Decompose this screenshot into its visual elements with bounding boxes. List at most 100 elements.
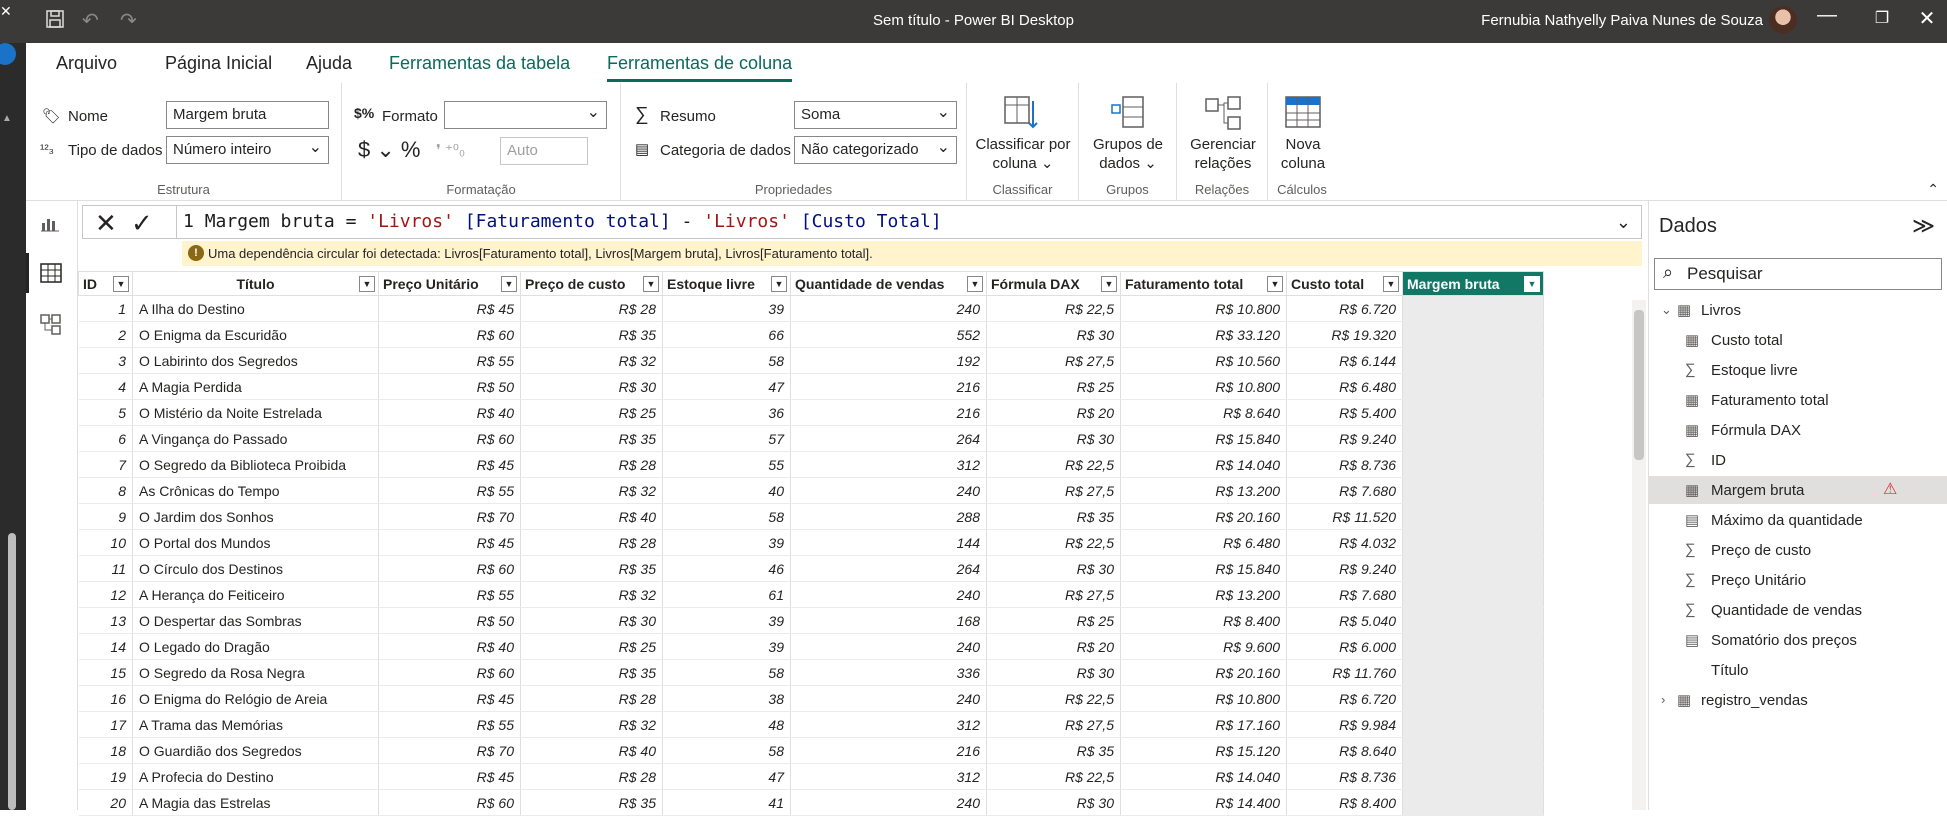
cell-id[interactable]: 17: [78, 711, 133, 738]
cell-titulo[interactable]: O Despertar das Sombras: [132, 607, 379, 634]
field-item[interactable]: ∑ Preço de custo: [1649, 536, 1947, 564]
cell-margem-bruta[interactable]: [1402, 659, 1544, 686]
cell-value[interactable]: R$ 27,5: [986, 347, 1121, 374]
field-item[interactable]: Título: [1649, 656, 1947, 684]
cell-margem-bruta[interactable]: [1402, 399, 1544, 426]
cell-value[interactable]: R$ 20.160: [1120, 503, 1287, 530]
cell-value[interactable]: R$ 20: [986, 399, 1121, 426]
cell-id[interactable]: 18: [78, 737, 133, 764]
cell-value[interactable]: R$ 45: [378, 763, 521, 790]
cell-titulo[interactable]: O Labirinto dos Segredos: [132, 347, 379, 374]
table-row[interactable]: 4A Magia Perdida R$ 50 R$ 30 47 216 R$ 25 R$ 1…: [78, 373, 1544, 400]
cell-value[interactable]: 47: [662, 763, 791, 790]
cell-value[interactable]: R$ 27,5: [986, 711, 1121, 738]
table-row[interactable]: 14 O Legado do Dragão R$ 40 R$ 25 39 240 R$ 20…: [78, 633, 1544, 660]
cell-value[interactable]: R$ 28: [520, 763, 663, 790]
table-row[interactable]: 17 A Trama das Memórias R$ 55 R$ 32 48 312 R$ …: [78, 711, 1544, 738]
table-node-livros[interactable]: ⌄ ▦ Livros: [1649, 296, 1947, 324]
cell-margem-bruta[interactable]: [1402, 373, 1544, 400]
cell-value[interactable]: R$ 45: [378, 685, 521, 712]
cell-value[interactable]: 57: [662, 425, 791, 452]
cell-value[interactable]: R$ 6.480: [1286, 373, 1403, 400]
cell-value[interactable]: 312: [790, 451, 987, 478]
cell-margem-bruta[interactable]: [1402, 607, 1544, 634]
cell-value[interactable]: R$ 25: [986, 373, 1121, 400]
cell-margem-bruta[interactable]: [1402, 763, 1544, 790]
cell-value[interactable]: R$ 55: [378, 581, 521, 608]
cell-id[interactable]: 9: [78, 503, 133, 530]
menu-ferramentas-coluna[interactable]: Ferramentas de coluna: [607, 53, 793, 82]
cell-value[interactable]: R$ 35: [520, 789, 663, 816]
cell-value[interactable]: R$ 30: [986, 425, 1121, 452]
cell-titulo[interactable]: O Enigma da Escuridão: [132, 321, 379, 348]
cell-value[interactable]: R$ 30: [986, 555, 1121, 582]
filter-dropdown-icon[interactable]: ▼: [1524, 276, 1540, 292]
name-input[interactable]: Margem bruta: [166, 101, 329, 129]
cell-margem-bruta[interactable]: [1402, 685, 1544, 712]
cell-value[interactable]: 61: [662, 581, 791, 608]
cell-value[interactable]: R$ 30: [986, 321, 1121, 348]
cell-value[interactable]: R$ 15.840: [1120, 425, 1287, 452]
table-row[interactable]: 15 O Segredo da Rosa Negra R$ 60 R$ 35 58 336…: [78, 659, 1544, 686]
col-header-formula-dax[interactable]: Fórmula DAX ▼: [986, 271, 1121, 296]
cell-value[interactable]: R$ 5.040: [1286, 607, 1403, 634]
table-view-icon[interactable]: [40, 263, 62, 289]
cell-value[interactable]: R$ 14.040: [1120, 451, 1287, 478]
table-row[interactable]: 9O Jardim dos Sonhos R$ 70 R$ 40 58 288 R$ 35…: [78, 503, 1544, 530]
col-header-id[interactable]: ID ▼: [78, 271, 133, 296]
cell-value[interactable]: R$ 28: [520, 529, 663, 556]
currency-format-button[interactable]: $ ⌄ %: [358, 137, 420, 163]
table-node-registro_vendas[interactable]: › ▦ registro_vendas: [1649, 686, 1947, 714]
cell-value[interactable]: 39: [662, 529, 791, 556]
cell-margem-bruta[interactable]: [1402, 529, 1544, 556]
grid-scrollbar[interactable]: [1632, 300, 1646, 810]
cell-titulo[interactable]: O Portal dos Mundos: [132, 529, 379, 556]
field-item[interactable]: ▦ Faturamento total: [1649, 386, 1947, 414]
cell-value[interactable]: R$ 13.200: [1120, 477, 1287, 504]
cell-id[interactable]: 19: [78, 763, 133, 790]
menu-ajuda[interactable]: Ajuda: [306, 53, 352, 74]
table-row[interactable]: 18 O Guardião dos Segredos R$ 70 R$ 40 58 216…: [78, 737, 1544, 764]
cell-value[interactable]: R$ 40: [378, 399, 521, 426]
manage-relationships-button[interactable]: Gerenciar relações: [1181, 95, 1265, 173]
cell-value[interactable]: R$ 6.480: [1120, 529, 1287, 556]
cell-value[interactable]: R$ 60: [378, 659, 521, 686]
cell-value[interactable]: 48: [662, 711, 791, 738]
menu-ferramentas-tabela[interactable]: Ferramentas da tabela: [389, 53, 570, 74]
filter-dropdown-icon[interactable]: ▼: [359, 276, 375, 292]
cell-margem-bruta[interactable]: [1402, 425, 1544, 452]
cell-titulo[interactable]: As Crônicas do Tempo: [132, 477, 379, 504]
filter-dropdown-icon[interactable]: ▼: [771, 276, 787, 292]
menu-arquivo[interactable]: Arquivo: [56, 53, 117, 74]
cell-value[interactable]: 240: [790, 633, 987, 660]
cell-value[interactable]: R$ 6.000: [1286, 633, 1403, 660]
col-header-custo-total[interactable]: Custo total ▼: [1286, 271, 1403, 296]
cell-value[interactable]: R$ 60: [378, 321, 521, 348]
cell-value[interactable]: R$ 22,5: [986, 685, 1121, 712]
close-strip-icon[interactable]: ✕: [0, 3, 12, 20]
data-type-select[interactable]: Número inteiro: [166, 136, 329, 164]
cell-id[interactable]: 6: [78, 425, 133, 452]
field-item[interactable]: ▦ Fórmula DAX: [1649, 416, 1947, 444]
cell-margem-bruta[interactable]: [1402, 737, 1544, 764]
cell-margem-bruta[interactable]: [1402, 581, 1544, 608]
cell-value[interactable]: R$ 27,5: [986, 581, 1121, 608]
cell-margem-bruta[interactable]: [1402, 711, 1544, 738]
cell-value[interactable]: 240: [790, 685, 987, 712]
cell-value[interactable]: R$ 22,5: [986, 295, 1121, 322]
cell-titulo[interactable]: O Mistério da Noite Estrelada: [132, 399, 379, 426]
cell-value[interactable]: 46: [662, 555, 791, 582]
col-header-faturamento-total[interactable]: Faturamento total ▼: [1120, 271, 1287, 296]
new-column-button[interactable]: Nova coluna: [1274, 95, 1332, 173]
cell-value[interactable]: 240: [790, 581, 987, 608]
table-row[interactable]: 11 O Círculo dos Destinos R$ 60 R$ 35 46 264 R…: [78, 555, 1544, 582]
cell-value[interactable]: 240: [790, 477, 987, 504]
cell-value[interactable]: R$ 9.600: [1120, 633, 1287, 660]
cell-id[interactable]: 16: [78, 685, 133, 712]
cell-value[interactable]: 66: [662, 321, 791, 348]
cell-titulo[interactable]: A Herança do Feiticeiro: [132, 581, 379, 608]
cell-titulo[interactable]: O Jardim dos Sonhos: [132, 503, 379, 530]
cell-value[interactable]: 58: [662, 347, 791, 374]
cell-value[interactable]: 38: [662, 685, 791, 712]
cell-margem-bruta[interactable]: [1402, 347, 1544, 374]
